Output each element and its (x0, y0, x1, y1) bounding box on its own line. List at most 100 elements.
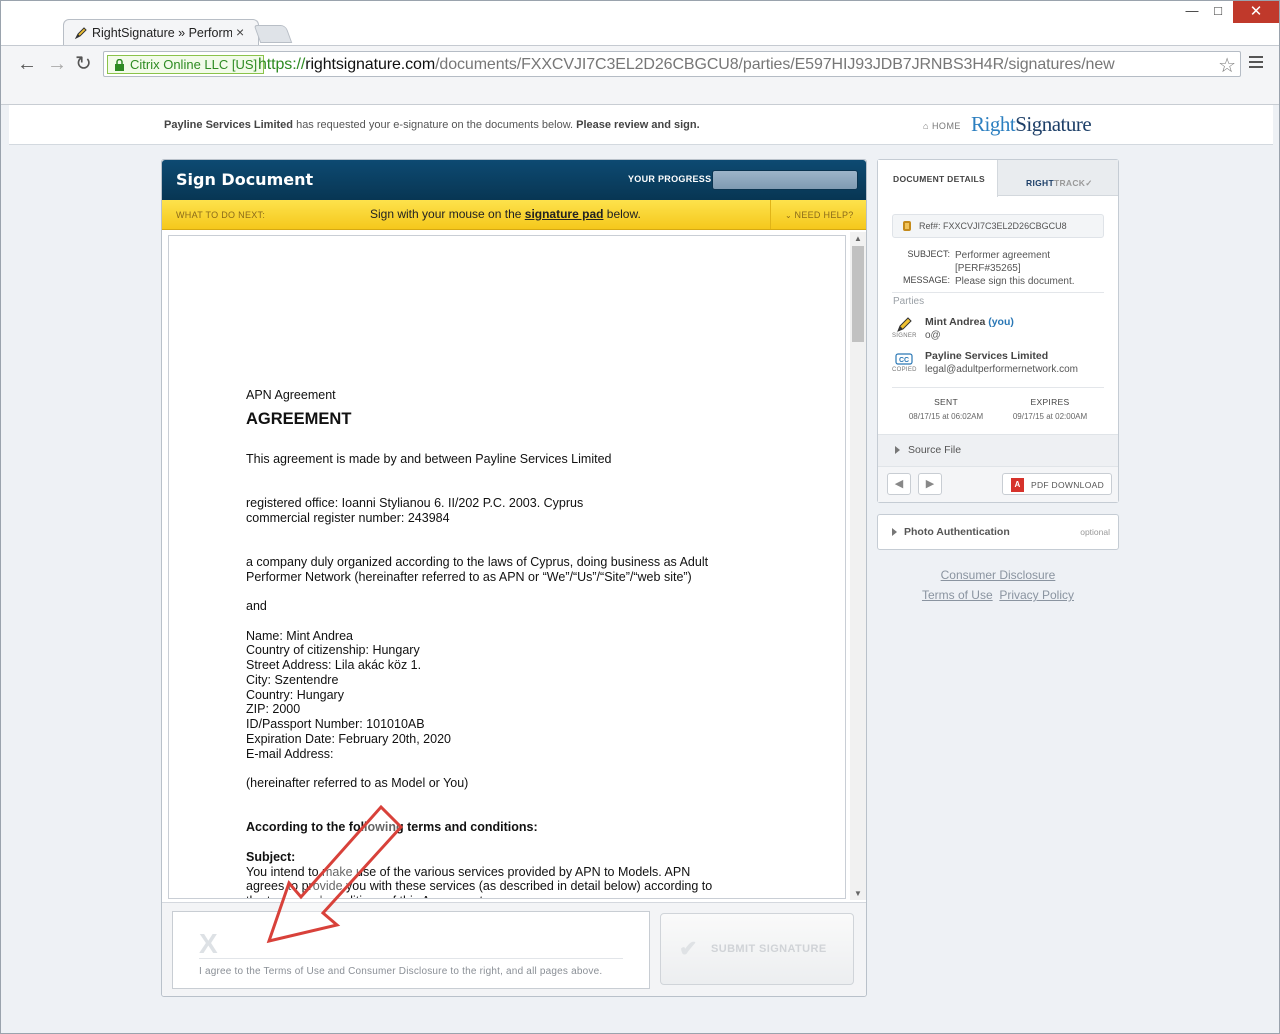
sign-panel-header: Sign Document YOUR PROGRESS (162, 160, 866, 200)
privacy-policy-link[interactable]: Privacy Policy (999, 588, 1074, 602)
expires-label: EXPIRES (1030, 397, 1070, 407)
divider (892, 387, 1104, 388)
tab-title: RightSignature » Perform (92, 26, 232, 40)
arrow-right-icon: ▶ (925, 478, 935, 490)
close-tab-icon[interactable]: × (236, 24, 244, 40)
subject-line-1: Performer agreement (955, 250, 1051, 261)
signature-pad[interactable]: X I agree to the Terms of Use and Consum… (172, 911, 650, 989)
document-line: Country: Hungary (246, 688, 344, 702)
browser-toolbar: ← → ↻ Citrix Online LLC [US] https://rig… (1, 45, 1279, 81)
signature-pad-link[interactable]: signature pad (525, 207, 604, 221)
next-page-button[interactable]: ▶ (918, 473, 942, 495)
chevron-down-icon: ⌄ (785, 211, 795, 220)
divider (892, 292, 1104, 293)
home-icon: ⌂ (923, 121, 932, 131)
pdf-download-button[interactable]: A PDF DOWNLOAD (1002, 473, 1112, 495)
source-file-label: Source File (908, 444, 962, 456)
scroll-thumb[interactable] (852, 246, 864, 342)
browser-tab[interactable]: RightSignature » Perform × (63, 19, 259, 47)
ev-label: Citrix Online LLC [US] (130, 57, 258, 72)
signature-line (199, 958, 623, 959)
next-step-label: WHAT TO DO NEXT: (176, 210, 266, 220)
new-tab-button[interactable] (253, 25, 293, 43)
tab-strip: RightSignature » Perform × — □ ✕ (1, 1, 1279, 47)
sign-document-panel: Sign Document YOUR PROGRESS WHAT TO DO N… (161, 159, 867, 997)
expires-value: 09/17/15 at 02:00AM (1012, 412, 1088, 421)
document-line: Performer Network (hereinafter referred … (246, 570, 692, 584)
scroll-down-icon[interactable]: ▼ (854, 889, 862, 898)
forward-icon[interactable]: → (47, 54, 67, 74)
browser-window: RightSignature » Perform × — □ ✕ ← → ↻ C… (0, 0, 1280, 1034)
pdf-download-label: PDF DOWNLOAD (1031, 480, 1105, 490)
reference-number: Ref#: FXXCVJI7C3EL2D26CBGCU8 (892, 214, 1104, 238)
source-file-toggle[interactable]: Source File (878, 434, 1118, 466)
document-line: Subject: (246, 850, 296, 864)
document-line: You intend to make use of the various se… (246, 865, 691, 879)
document-details-panel: DOCUMENT DETAILS RIGHTTRACK✓ Ref#: FXXCV… (877, 159, 1119, 503)
url-scheme: https:// (258, 56, 306, 73)
url-text: https://rightsignature.com/documents/FXX… (258, 56, 1115, 74)
reload-icon[interactable]: ↻ (75, 54, 92, 74)
url-host: rightsignature.com (305, 56, 436, 73)
document-line: a company duly organized according to th… (246, 555, 709, 569)
signer-role: SIGNER (892, 333, 917, 339)
ev-certificate-badge[interactable]: Citrix Online LLC [US] (107, 55, 265, 74)
need-help-button[interactable]: ⌄ NEED HELP? (770, 200, 866, 229)
address-bar[interactable]: Citrix Online LLC [US] https://rightsign… (103, 51, 1241, 77)
back-icon[interactable]: ← (17, 54, 37, 74)
document-line: Street Address: Lila akác köz 1. (246, 658, 422, 672)
close-window-icon[interactable]: ✕ (1233, 1, 1279, 23)
parties-label: Parties (893, 296, 925, 307)
lock-icon (903, 221, 911, 231)
next-step-bar: WHAT TO DO NEXT: Sign with your mouse on… (162, 200, 866, 230)
document-line: E-mail Address: (246, 747, 334, 761)
ref-label: Ref#: (919, 221, 941, 231)
document-line: This agreement is made by and between Pa… (246, 452, 612, 466)
document-line: registered office: Ioanni Stylianou 6. I… (246, 496, 584, 510)
logo-signature: Signature (1015, 112, 1092, 136)
sent-date: SENT 08/17/15 at 06:02AM (896, 397, 996, 421)
requester-name: Payline Services Limited (164, 119, 294, 131)
page-header: Payline Services Limited has requested y… (9, 105, 1273, 145)
document-line: the terms and conditions of this Agreeme… (246, 894, 486, 898)
righttrack-b: TRACK (1053, 178, 1086, 188)
document-heading: AGREEMENT (246, 410, 352, 428)
tab-righttrack[interactable]: RIGHTTRACK✓ (1026, 178, 1093, 189)
rightsignature-favicon-icon (74, 27, 87, 40)
progress-label: YOUR PROGRESS (628, 174, 712, 184)
signature-x-mark: X (199, 928, 218, 959)
home-link[interactable]: ⌂ HOME (923, 121, 961, 131)
photo-authentication-toggle[interactable]: Photo Authentication optional (877, 514, 1119, 550)
document-line: ZIP: 2000 (246, 702, 301, 716)
copied-email: legal@adultperformernetwork.com (925, 364, 1078, 375)
consumer-disclosure-link[interactable]: Consumer Disclosure (941, 568, 1056, 582)
tab-document-details[interactable]: DOCUMENT DETAILS (878, 160, 998, 197)
copied-name: Payline Services Limited (925, 350, 1049, 362)
document-line: commercial register number: 243984 (246, 511, 450, 525)
terms-of-use-link[interactable]: Terms of Use (922, 588, 993, 602)
sent-label: SENT (934, 397, 958, 407)
caret-right-icon (892, 528, 897, 536)
bookmarks-gap (1, 81, 1279, 105)
submit-signature-button[interactable]: ✔ SUBMIT SIGNATURE (660, 913, 854, 985)
subject-label: SUBJECT: (907, 249, 950, 259)
document-scrollbar[interactable]: ▲ ▼ (850, 232, 866, 900)
next-step-instruction: Sign with your mouse on the signature pa… (370, 207, 641, 221)
document-line: ID/Passport Number: 101010AB (246, 717, 425, 731)
rightsignature-logo[interactable]: RightSignature (971, 112, 1092, 137)
bookmark-star-icon[interactable]: ☆ (1218, 53, 1236, 78)
submit-signature-label: SUBMIT SIGNATURE (711, 943, 827, 955)
checkmark-icon: ✔ (679, 936, 698, 961)
previous-page-button[interactable]: ◀ (887, 473, 911, 495)
home-label: HOME (931, 121, 961, 131)
expires-date: EXPIRES 09/17/15 at 02:00AM (1000, 397, 1100, 421)
chrome-menu-icon[interactable] (1249, 56, 1263, 71)
subject-line-2: [PERF#35265] (955, 263, 1021, 274)
subject-value: Performer agreement [PERF#35265] (955, 249, 1050, 275)
maximize-icon[interactable]: □ (1203, 3, 1233, 23)
scroll-up-icon[interactable]: ▲ (854, 234, 862, 243)
document-viewer[interactable]: APN Agreement AGREEMENT This agreement is … (168, 235, 846, 899)
signer-name-text: Mint Andrea (925, 316, 986, 328)
copied-role: COPIED (892, 367, 917, 373)
document-line: Name: Mint Andrea (246, 629, 353, 643)
